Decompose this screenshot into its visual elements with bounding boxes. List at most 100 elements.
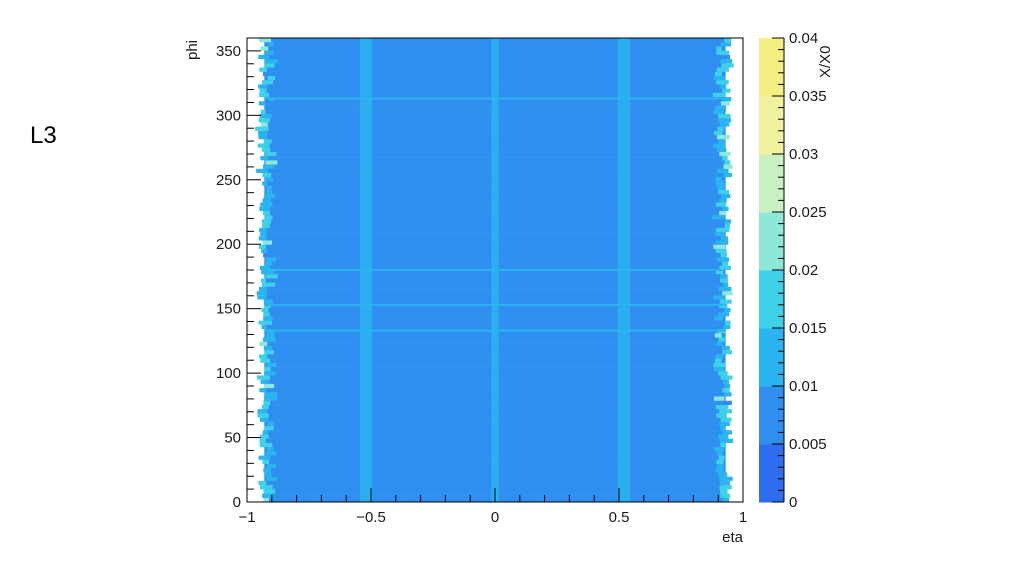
y-tick-label: 100: [216, 365, 241, 382]
colorbar-cell: [759, 246, 784, 259]
edge-cell: [716, 185, 725, 190]
edge-cell: [719, 299, 732, 304]
edge-cell: [262, 198, 272, 203]
y-axis: 0 50 100 150 200 250 300 350: [216, 37, 261, 511]
edge-cell: [716, 240, 729, 245]
edge-cell: [266, 185, 273, 190]
edge-cell: [258, 354, 268, 359]
edge-cell: [263, 312, 270, 317]
edge-cell: [716, 413, 728, 418]
edge-cell: [258, 286, 267, 292]
edge-cell: [258, 84, 268, 89]
edge-cell: [266, 257, 277, 262]
edge-cell: [718, 472, 728, 477]
edge-cell: [260, 202, 273, 207]
edge-cell: [264, 194, 276, 199]
edge-cell: [258, 130, 268, 136]
colorbar-cell: [759, 467, 784, 480]
edge-cell: [718, 312, 730, 317]
colorbar-cell: [759, 281, 784, 294]
edge-cell: [715, 248, 727, 254]
edge-cell: [261, 282, 276, 287]
colorbar-cell: [759, 374, 784, 387]
colorbar-cell: [759, 444, 784, 457]
edge-cell: [261, 248, 268, 254]
edge-cell: [719, 198, 727, 203]
colorbar-cell: [759, 165, 784, 178]
edge-cell: [260, 232, 267, 237]
edge-cell: [263, 316, 273, 321]
x-tick-label: 0.5: [609, 509, 630, 526]
edge-cell: [721, 63, 734, 68]
edge-cell: [716, 135, 730, 140]
edge-cell: [262, 223, 270, 228]
edge-cell: [716, 80, 729, 85]
edge-cell: [261, 278, 267, 283]
edge-cell: [259, 341, 268, 346]
edge-cell: [263, 253, 275, 258]
edge-cell: [722, 497, 730, 502]
edge-cell: [263, 139, 272, 144]
edge-cell: [260, 379, 269, 384]
colorbar-cell: [759, 188, 784, 201]
edge-cell: [714, 333, 722, 338]
colorbar-cell: [759, 84, 784, 97]
edge-cell: [717, 168, 729, 173]
edge-cell: [265, 105, 276, 110]
edge-cell: [260, 122, 268, 127]
edge-cell: [265, 451, 276, 456]
edge-cell: [719, 438, 734, 443]
edge-cell: [718, 337, 726, 342]
edge-cell: [265, 50, 274, 55]
edge-cell: [724, 383, 731, 389]
edge-cell: [718, 286, 732, 292]
edge-cell: [260, 358, 271, 363]
colorbar-cell: [759, 154, 784, 167]
edge-cell: [719, 84, 727, 89]
y-tick-label: 200: [216, 236, 241, 253]
colorbar-tick-label: 0.035: [789, 88, 827, 105]
edge-cell: [261, 324, 267, 330]
colorbar-cell: [759, 490, 784, 503]
edge-cell: [262, 210, 271, 216]
y-axis-title: phi: [184, 40, 201, 60]
edge-cell: [719, 421, 730, 427]
edge-cell: [714, 316, 724, 321]
edge-cell: [265, 151, 277, 157]
colorbar-tick-label: 0.015: [789, 320, 827, 337]
colorbar-cell: [759, 386, 784, 399]
edge-cell: [721, 194, 731, 199]
edge-cell: [720, 493, 731, 498]
edge-cell: [265, 472, 272, 477]
edge-cell: [713, 130, 723, 136]
edge-cell: [720, 274, 728, 279]
edge-cell: [263, 345, 273, 351]
plot-area: [246, 37, 744, 503]
edge-cell: [724, 223, 731, 228]
edge-cell: [261, 219, 272, 224]
edge-cell: [714, 447, 725, 452]
edge-cell: [715, 232, 725, 237]
y-tick-label: 50: [224, 430, 241, 447]
colorbar-cell: [759, 258, 784, 271]
edge-cell: [723, 172, 733, 178]
colorbar-cell: [759, 455, 784, 468]
colorbar-cell: [759, 293, 784, 306]
colorbar-cell: [759, 107, 784, 120]
edge-cell: [267, 75, 276, 81]
edge-cell: [719, 210, 727, 216]
edge-cell: [266, 476, 278, 481]
edge-cell: [259, 442, 273, 448]
colorbar-cell: [759, 235, 784, 248]
edge-cell: [262, 181, 268, 186]
edge-cell: [720, 101, 731, 106]
colorbar-tick-label: 0: [789, 494, 797, 511]
edge-cell: [724, 160, 731, 165]
colorbar-cell: [759, 409, 784, 422]
edge-cell: [264, 367, 271, 372]
colorbar-tick-label: 0.04: [789, 30, 818, 47]
phi-line: [264, 303, 726, 306]
edge-cell: [720, 59, 733, 64]
edge-cell: [719, 480, 731, 486]
edge-cell: [712, 92, 726, 98]
